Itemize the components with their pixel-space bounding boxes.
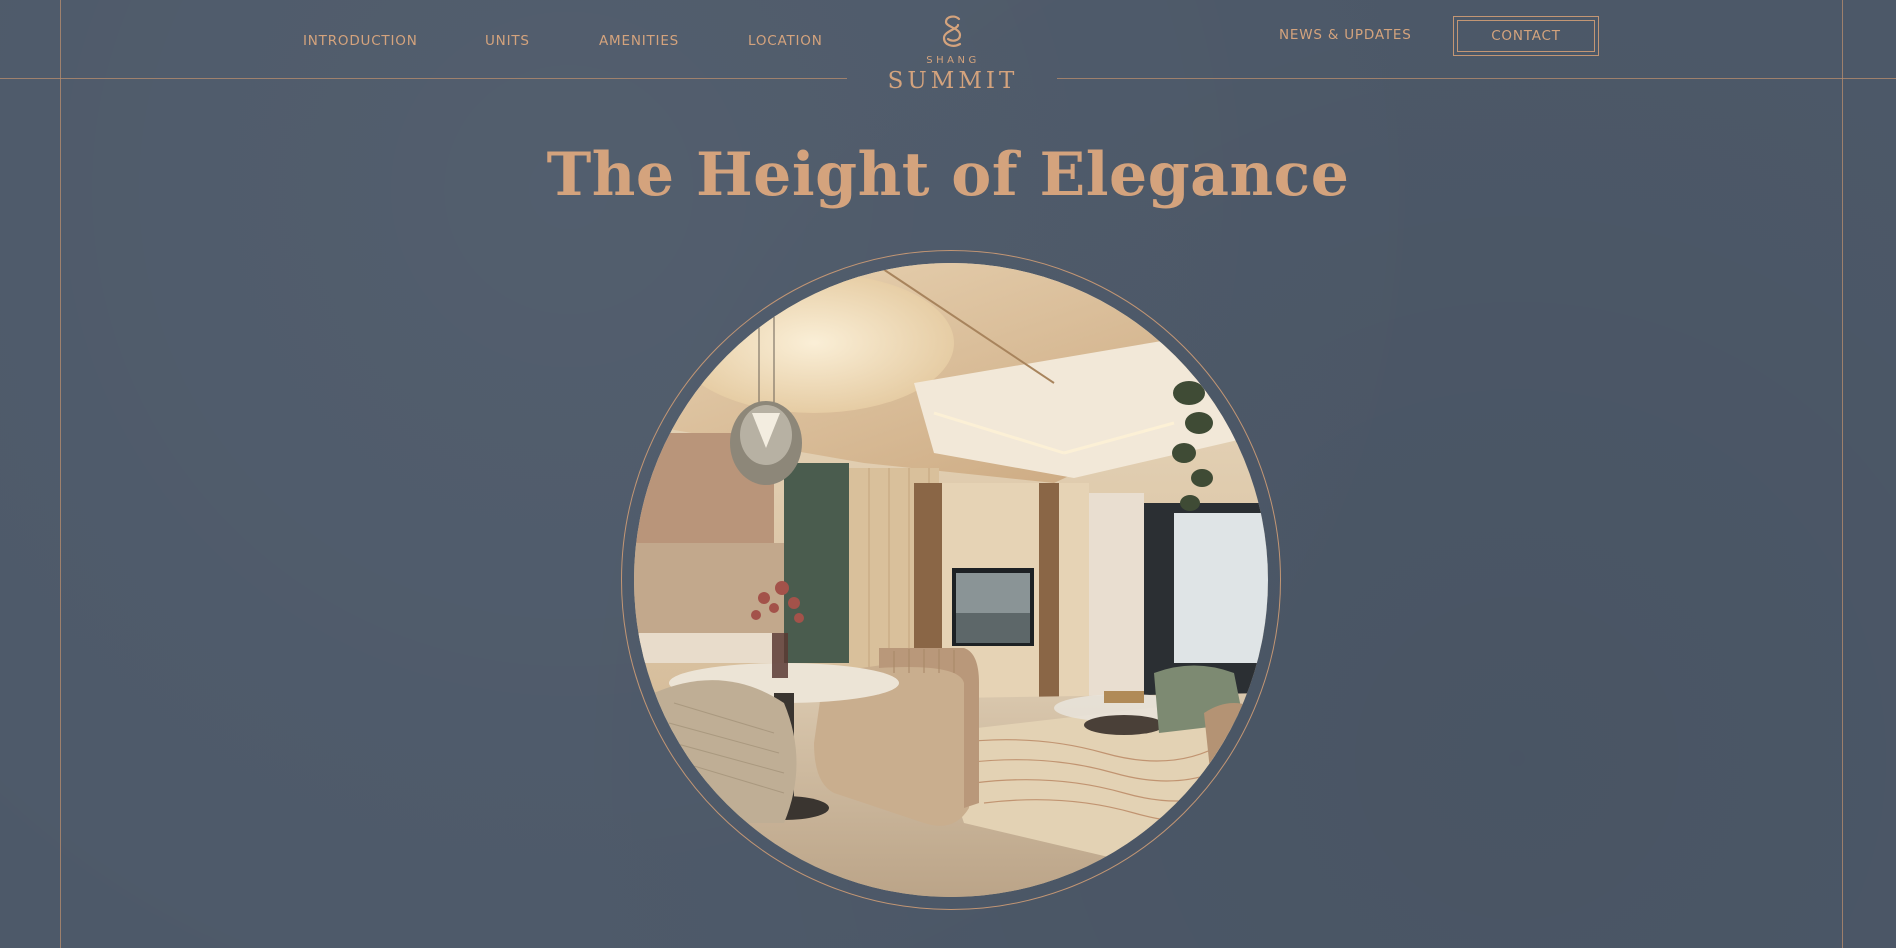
nav-location[interactable]: LOCATION <box>748 33 823 49</box>
brand-logo[interactable]: SHANG SUMMIT <box>853 12 1053 98</box>
header-divider-right <box>1057 78 1896 79</box>
nav-units[interactable]: UNITS <box>485 33 530 49</box>
logo-s-icon <box>942 15 962 47</box>
logo-small-text: SHANG <box>926 55 980 66</box>
nav-news-updates[interactable]: NEWS & UPDATES <box>1279 27 1412 43</box>
contact-button[interactable]: CONTACT <box>1453 16 1599 56</box>
contact-button-label: CONTACT <box>1491 28 1561 44</box>
header-divider-left <box>0 78 847 79</box>
nav-introduction[interactable]: INTRODUCTION <box>303 33 418 49</box>
hero-headline: The Height of Elegance <box>546 140 1350 210</box>
nav-amenities[interactable]: AMENITIES <box>599 33 679 49</box>
logo-large-text: SUMMIT <box>887 68 1019 94</box>
hero-interior-image <box>634 263 1268 897</box>
